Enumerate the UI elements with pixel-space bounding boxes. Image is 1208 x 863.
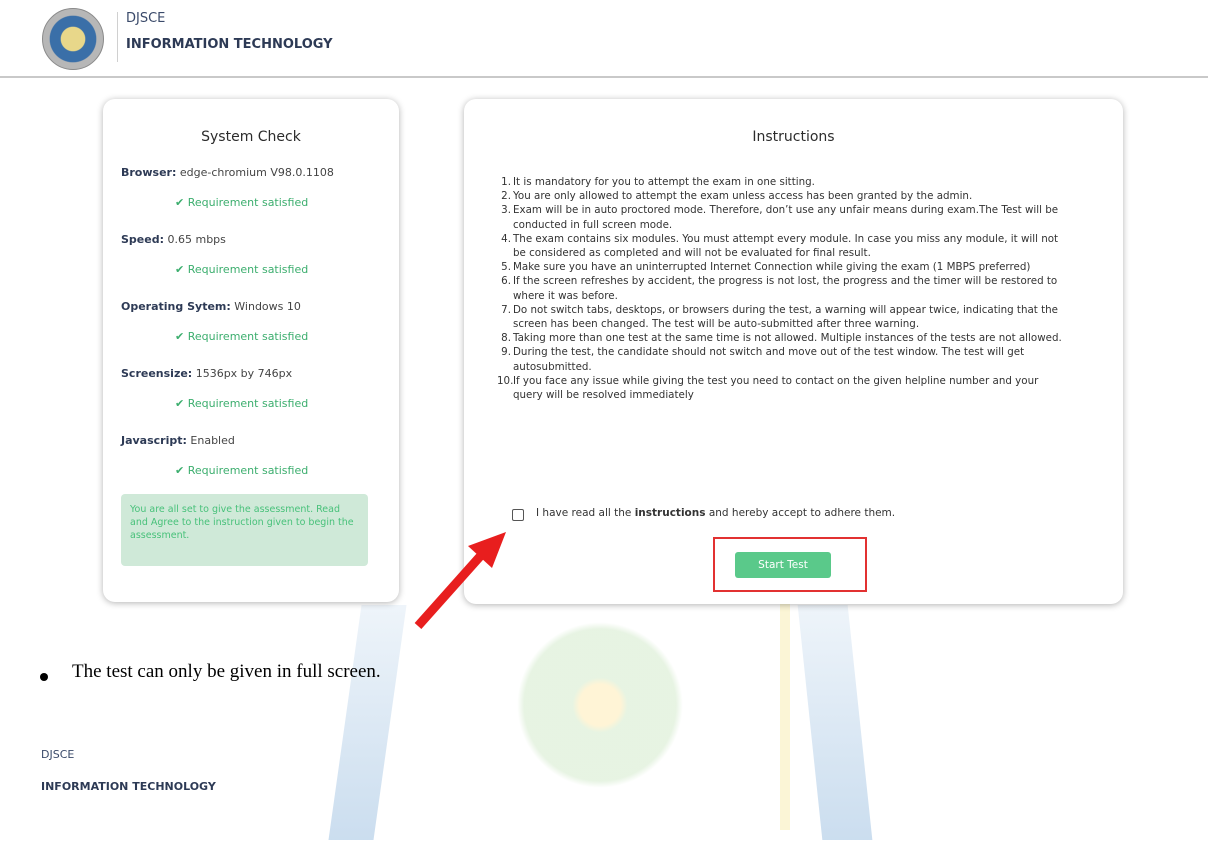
agree-checkbox[interactable] — [512, 509, 524, 521]
watermark-emblem — [500, 610, 700, 800]
instruction-item: 2. You are only allowed to attempt the ex… — [501, 190, 973, 203]
instruction-item: 5. Make sure you have an uninterrupted In… — [501, 261, 1031, 274]
instruction-item: 1. It is mandatory for you to attempt the… — [501, 176, 815, 188]
instruction-item: 7. Do not switch tabs, desktops, or brows… — [501, 303, 1059, 331]
check-screensize-status: ✔ Requirement satisfied — [175, 397, 309, 410]
footer-department-name: INFORMATION TECHNOLOGY — [41, 780, 216, 793]
instructions-list: 1. It is mandatory for you to attempt the… — [497, 175, 1071, 402]
bullet-icon — [40, 673, 48, 681]
check-speed: Speed: 0.65 mbps — [121, 233, 226, 246]
watermark-pillar-right — [797, 605, 873, 840]
start-test-button[interactable]: Start Test — [735, 552, 831, 578]
instructions-title: Instructions — [752, 129, 835, 145]
check-browser: Browser: edge-chromium V98.0.1108 — [121, 166, 334, 179]
org-name: DJSCE — [126, 11, 166, 26]
check-javascript-status: ✔ Requirement satisfied — [175, 464, 309, 477]
header-divider — [117, 12, 118, 62]
check-browser-status: ✔ Requirement satisfied — [175, 196, 309, 209]
check-icon: ✔ — [175, 464, 185, 477]
check-icon: ✔ — [175, 263, 185, 276]
instruction-item: 4. The exam contains six modules. You mus… — [501, 232, 1059, 260]
caption-text: The test can only be given in full scree… — [72, 661, 381, 682]
ready-notice: You are all set to give the assessment. … — [121, 494, 368, 566]
instruction-item: 10. If you face any issue while giving th… — [497, 374, 1039, 402]
check-speed-status: ✔ Requirement satisfied — [175, 263, 309, 276]
instruction-item: 8. Taking more than one test at the same … — [501, 332, 1062, 345]
check-icon: ✔ — [175, 330, 185, 343]
agree-label[interactable]: I have read all the instructions and her… — [536, 507, 895, 519]
instructions-card: Instructions 1. It is mandatory for you t… — [464, 99, 1123, 604]
check-screensize: Screensize: 1536px by 746px — [121, 367, 293, 380]
page-header: DJSCE INFORMATION TECHNOLOGY — [0, 0, 1208, 78]
college-crest-icon — [42, 8, 104, 70]
instruction-item: 9. During the test, the candidate should … — [501, 346, 1025, 373]
check-javascript: Javascript: Enabled — [121, 434, 235, 447]
watermark-stripe — [780, 600, 790, 830]
department-name: INFORMATION TECHNOLOGY — [126, 37, 333, 52]
instruction-item: 6. If the screen refreshes by accident, t… — [501, 275, 1058, 302]
footer-org-name: DJSCE — [41, 748, 75, 761]
system-check-card: System Check Browser: edge-chromium V98.… — [103, 99, 399, 602]
check-os: Operating Sytem: Windows 10 — [121, 300, 301, 313]
instruction-item: 3. Exam will be in auto proctored mode. T… — [501, 204, 1059, 231]
check-icon: ✔ — [175, 196, 185, 209]
check-os-status: ✔ Requirement satisfied — [175, 330, 309, 343]
red-arrow-annotation — [414, 532, 506, 629]
watermark-pillar-left — [328, 605, 407, 840]
check-icon: ✔ — [175, 397, 185, 410]
system-check-title: System Check — [201, 129, 301, 145]
